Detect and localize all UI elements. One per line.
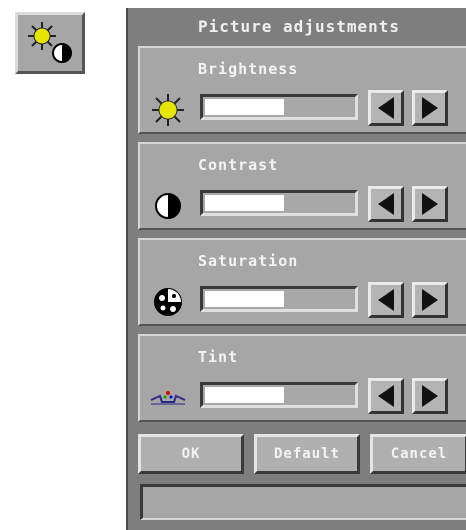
arrow-left-icon (378, 385, 394, 407)
tint-label: Tint (198, 348, 239, 366)
contrast-icon (155, 193, 181, 219)
brightness-panel: Brightness (138, 46, 466, 134)
contrast-decrease-button[interactable] (368, 186, 404, 222)
saturation-slider-fill (205, 291, 285, 307)
tint-slider[interactable] (200, 382, 358, 408)
tint-increase-button[interactable] (412, 378, 448, 414)
ok-button[interactable]: OK (138, 434, 244, 474)
contrast-slider-fill (205, 195, 285, 211)
arrow-left-icon (378, 193, 394, 215)
brightness-label: Brightness (198, 60, 299, 78)
arrow-right-icon (422, 97, 438, 119)
contrast-label: Contrast (198, 156, 279, 174)
tint-slider-fill (205, 387, 285, 403)
saturation-icon (154, 288, 182, 316)
sun-icon (152, 94, 184, 126)
arrow-right-icon (422, 289, 438, 311)
brightness-slider-fill (205, 99, 285, 115)
contrast-panel: Contrast (138, 142, 466, 230)
window-title: Picture adjustments (197, 17, 401, 36)
tint-panel: Tint (138, 334, 466, 422)
brightness-slider[interactable] (200, 94, 358, 120)
picture-adjustments-window: Picture adjustments Brightness Contrast (126, 8, 466, 530)
arrow-right-icon (422, 385, 438, 407)
sun-contrast-icon (28, 22, 72, 63)
arrow-right-icon (422, 193, 438, 215)
tint-decrease-button[interactable] (368, 378, 404, 414)
arrow-left-icon (378, 289, 394, 311)
tint-icon (150, 391, 186, 405)
contrast-slider[interactable] (200, 190, 358, 216)
saturation-panel: Saturation (138, 238, 466, 326)
saturation-label: Saturation (198, 252, 299, 270)
cancel-button[interactable]: Cancel (370, 434, 466, 474)
picture-adjustments-launcher-button[interactable] (15, 12, 85, 74)
saturation-decrease-button[interactable] (368, 282, 404, 318)
contrast-increase-button[interactable] (412, 186, 448, 222)
brightness-increase-button[interactable] (412, 90, 448, 126)
saturation-increase-button[interactable] (412, 282, 448, 318)
status-bar (140, 484, 466, 520)
arrow-left-icon (378, 97, 394, 119)
saturation-slider[interactable] (200, 286, 358, 312)
brightness-decrease-button[interactable] (368, 90, 404, 126)
default-button[interactable]: Default (254, 434, 360, 474)
